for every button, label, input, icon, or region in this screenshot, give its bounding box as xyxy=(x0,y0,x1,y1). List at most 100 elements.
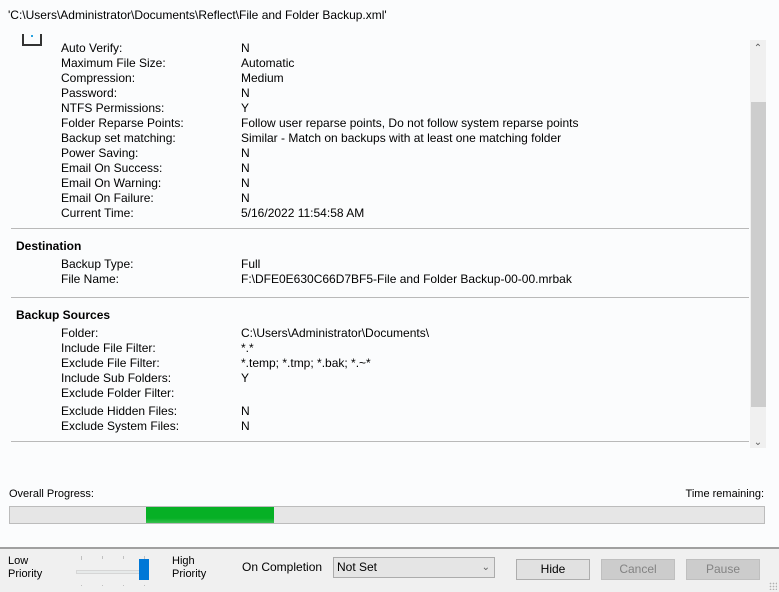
options-section-icon xyxy=(22,34,42,46)
scroll-up-arrow-icon[interactable]: ⌃ xyxy=(750,40,766,58)
source-value: *.temp; *.tmp; *.bak; *.~* xyxy=(241,356,371,370)
vertical-scrollbar[interactable]: ⌃ ⌄ xyxy=(750,40,766,448)
option-label: Backup set matching: xyxy=(61,131,176,145)
time-remaining-label: Time remaining: xyxy=(685,488,764,500)
option-value: N xyxy=(241,161,250,175)
destination-row: Backup Type: Full xyxy=(61,257,260,272)
option-value: N xyxy=(241,86,250,100)
destination-row: File Name: F:\DFE0E630C66D7BF5-File and F… xyxy=(61,272,572,287)
high-priority-label: High Priority xyxy=(172,555,206,581)
progress-bar-fill xyxy=(146,507,274,523)
destination-value: Full xyxy=(241,257,261,271)
option-label: Email On Failure: xyxy=(61,191,154,205)
slider-tick xyxy=(102,585,103,586)
destination-value: F:\DFE0E630C66D7BF5-File and Folder Back… xyxy=(241,272,572,286)
on-completion-label: On Completion xyxy=(242,560,323,574)
on-completion-selected-value: Not Set xyxy=(337,560,378,574)
option-label: NTFS Permissions: xyxy=(61,101,165,115)
source-value: N xyxy=(241,404,250,418)
low-priority-line2: Priority xyxy=(8,568,43,580)
bottom-toolbar: Low Priority High Priority On Completion… xyxy=(0,549,779,592)
option-value: Medium xyxy=(241,71,284,85)
backup-details-pane[interactable]: Auto Verify: N Maximum File Size: Automati… xyxy=(0,34,767,448)
overall-progress-label: Overall Progress: xyxy=(9,488,94,500)
hide-button[interactable]: Hide xyxy=(516,559,590,580)
destination-label: Backup Type: xyxy=(61,257,134,271)
option-row: Current Time: 5/16/2022 11:54:58 AM xyxy=(61,206,364,221)
source-label: Exclude System Files: xyxy=(61,419,180,433)
section-divider xyxy=(11,297,749,298)
high-priority-line1: High xyxy=(172,555,195,567)
resize-grip-icon[interactable] xyxy=(769,582,777,590)
option-value: Y xyxy=(241,101,250,115)
source-label: Include File Filter: xyxy=(61,341,156,355)
option-label: Power Saving: xyxy=(61,146,139,160)
option-row: Compression: Medium xyxy=(61,71,284,86)
destination-heading: Destination xyxy=(16,239,82,253)
source-row: Exclude File Filter: *.temp; *.tmp; *.bak… xyxy=(61,356,371,371)
option-row: Auto Verify: N xyxy=(61,41,250,56)
source-row: Exclude Hidden Files: N xyxy=(61,404,250,419)
source-label: Exclude Folder Filter: xyxy=(61,386,175,400)
source-label: Include Sub Folders: xyxy=(61,371,172,385)
option-row: Email On Failure: N xyxy=(61,191,250,206)
option-label: Auto Verify: xyxy=(61,41,123,55)
scrollbar-thumb[interactable] xyxy=(751,102,766,407)
slider-tick xyxy=(81,556,82,560)
source-value: N xyxy=(241,419,250,433)
backup-sources-heading: Backup Sources xyxy=(16,308,111,322)
overall-progress-bar xyxy=(9,506,765,524)
option-row: Backup set matching: Similar - Match on b… xyxy=(61,131,561,146)
option-value: Similar - Match on backups with at least… xyxy=(241,131,562,145)
option-value: Follow user reparse points, Do not follo… xyxy=(241,116,579,130)
priority-slider-thumb[interactable] xyxy=(139,559,149,580)
chevron-down-icon: ⌄ xyxy=(481,562,490,573)
low-priority-label: Low Priority xyxy=(8,555,42,581)
slider-tick xyxy=(102,556,103,559)
source-row: Include File Filter: *.* xyxy=(61,341,254,356)
high-priority-line2: Priority xyxy=(172,568,207,580)
priority-slider[interactable] xyxy=(74,549,154,592)
option-row: Email On Warning: N xyxy=(61,176,250,191)
pause-button[interactable]: Pause xyxy=(686,559,760,580)
slider-tick xyxy=(123,585,124,586)
option-row: Folder Reparse Points: Follow user repars… xyxy=(61,116,578,131)
source-row: Exclude Folder Filter: xyxy=(61,386,241,401)
section-divider xyxy=(11,441,749,442)
source-value: Y xyxy=(241,371,250,385)
source-label: Exclude File Filter: xyxy=(61,356,160,370)
source-row: Include Sub Folders: Y xyxy=(61,371,249,386)
source-value: *.* xyxy=(241,341,254,355)
option-row: Maximum File Size: Automatic xyxy=(61,56,294,71)
slider-tick xyxy=(144,585,145,586)
option-value: N xyxy=(241,41,250,55)
on-completion-select[interactable]: Not Set ⌄ xyxy=(333,557,495,578)
option-label: Email On Warning: xyxy=(61,176,162,190)
option-label: Password: xyxy=(61,86,118,100)
option-row: Power Saving: N xyxy=(61,146,250,161)
cancel-button[interactable]: Cancel xyxy=(601,559,675,580)
source-row: Exclude System Files: N xyxy=(61,419,250,434)
option-label: Compression: xyxy=(61,71,136,85)
option-value: N xyxy=(241,146,250,160)
option-label: Email On Success: xyxy=(61,161,163,175)
option-row: NTFS Permissions: Y xyxy=(61,101,249,116)
low-priority-line1: Low xyxy=(8,555,29,567)
scroll-down-arrow-icon[interactable]: ⌄ xyxy=(750,434,766,448)
priority-slider-track[interactable] xyxy=(76,570,148,574)
option-label: Current Time: xyxy=(61,206,134,220)
option-label: Folder Reparse Points: xyxy=(61,116,184,130)
source-row: Folder: C:\Users\Administrator\Documents\ xyxy=(61,326,429,341)
section-divider xyxy=(11,228,749,229)
source-label: Folder: xyxy=(61,326,99,340)
source-value: C:\Users\Administrator\Documents\ xyxy=(241,326,430,340)
source-label: Exclude Hidden Files: xyxy=(61,404,178,418)
backup-definition-path: 'C:\Users\Administrator\Documents\Reflec… xyxy=(8,8,387,22)
option-row: Password: N xyxy=(61,86,250,101)
option-value: N xyxy=(241,176,250,190)
destination-label: File Name: xyxy=(61,272,120,286)
slider-tick xyxy=(81,585,82,586)
option-value: N xyxy=(241,191,250,205)
option-value: Automatic xyxy=(241,56,295,70)
option-row: Email On Success: N xyxy=(61,161,250,176)
